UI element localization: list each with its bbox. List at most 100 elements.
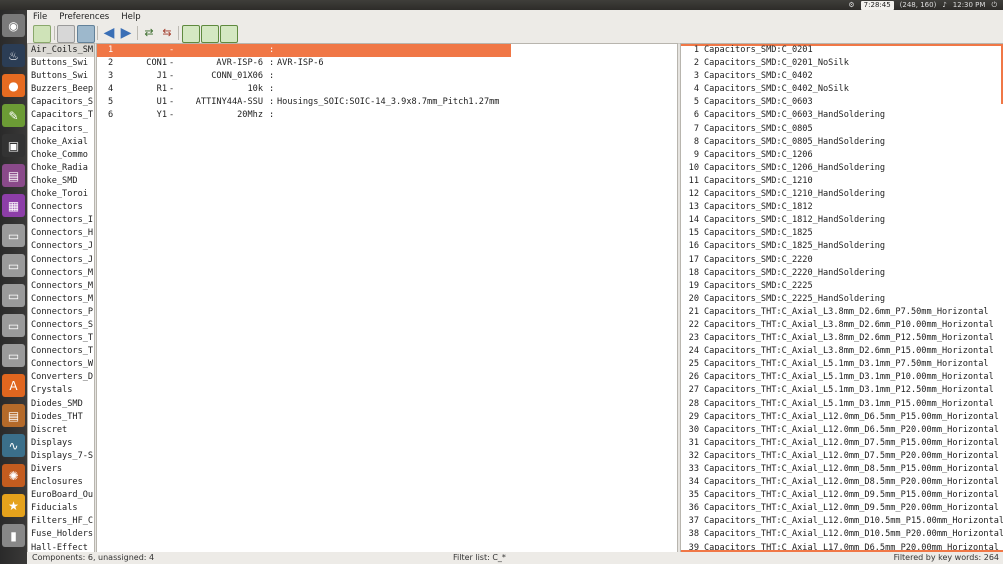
- blender-icon[interactable]: ✺: [2, 464, 25, 487]
- footprint-row[interactable]: 24 Capacitors_THT:C_Axial_L3.8mm_D2.6mm_P…: [681, 345, 1003, 358]
- library-item[interactable]: Divers: [28, 463, 94, 476]
- filter-pin-count-icon[interactable]: [201, 25, 219, 43]
- monitor-icon[interactable]: ∿: [2, 434, 25, 457]
- network-icon[interactable]: ⚙: [848, 1, 854, 9]
- footprint-row[interactable]: 8 Capacitors_SMD:C_0805_HandSoldering: [681, 136, 1003, 149]
- library-item[interactable]: Connectors_J: [28, 240, 94, 253]
- drive-icon[interactable]: ▭: [2, 344, 25, 367]
- library-item[interactable]: Connectors_P: [28, 306, 94, 319]
- library-item[interactable]: Choke_SMD: [28, 175, 94, 188]
- library-item[interactable]: Diodes_SMD: [28, 398, 94, 411]
- library-list[interactable]: Air_Coils_SM Buttons_Swi Buttons_Swi Buzzer…: [27, 43, 95, 554]
- next-icon[interactable]: ▶: [118, 25, 134, 41]
- time-display[interactable]: 12:30 PM: [953, 1, 986, 9]
- footprint-row[interactable]: 22 Capacitors_THT:C_Axial_L3.8mm_D2.6mm_P…: [681, 319, 1003, 332]
- footprint-row[interactable]: 16 Capacitors_SMD:C_1825_HandSoldering: [681, 240, 1003, 253]
- footprint-row[interactable]: 6 Capacitors_SMD:C_0603_HandSoldering: [681, 109, 1003, 122]
- footprint-row[interactable]: 10 Capacitors_SMD:C_1206_HandSoldering: [681, 162, 1003, 175]
- component-list[interactable]: 1C11µf-:2CON1AVR-ISP-6-:AVR-ISP-63J1CONN…: [96, 43, 678, 554]
- footprint-row[interactable]: 15 Capacitors_SMD:C_1825: [681, 227, 1003, 240]
- files-icon[interactable]: ▤: [2, 404, 25, 427]
- library-item[interactable]: Connectors_T: [28, 345, 94, 358]
- library-item[interactable]: Connectors: [28, 201, 94, 214]
- auto-associate-icon[interactable]: ⇄: [141, 25, 157, 41]
- library-item[interactable]: Air_Coils_SM: [28, 44, 94, 58]
- library-item[interactable]: Connectors_M: [28, 293, 94, 306]
- filter-keyword-icon[interactable]: [182, 25, 200, 43]
- library-item[interactable]: Capacitors_T: [28, 109, 94, 122]
- files-icon[interactable]: ▤: [2, 164, 25, 187]
- footprint-row[interactable]: 37 Capacitors_THT:C_Axial_L12.0mm_D10.5mm…: [681, 515, 1003, 528]
- library-item[interactable]: Connectors_T: [28, 332, 94, 345]
- library-item[interactable]: Choke_Commo: [28, 149, 94, 162]
- power-icon[interactable]: ⏻: [991, 1, 997, 10]
- library-item[interactable]: Connectors_M: [28, 267, 94, 280]
- menu-help[interactable]: Help: [115, 12, 146, 22]
- drive-icon[interactable]: ▭: [2, 254, 25, 277]
- footprint-row[interactable]: 35 Capacitors_THT:C_Axial_L12.0mm_D9.5mm_…: [681, 489, 1003, 502]
- library-item[interactable]: Fuse_Holders: [28, 528, 94, 541]
- footprint-row[interactable]: 31 Capacitors_THT:C_Axial_L12.0mm_D7.5mm_…: [681, 437, 1003, 450]
- footprint-row[interactable]: 36 Capacitors_THT:C_Axial_L12.0mm_D9.5mm_…: [681, 502, 1003, 515]
- library-item[interactable]: Buzzers_Beep: [28, 83, 94, 96]
- footprint-row[interactable]: 19 Capacitors_SMD:C_2225: [681, 280, 1003, 293]
- footprint-row[interactable]: 11 Capacitors_SMD:C_1210: [681, 175, 1003, 188]
- kicad-icon[interactable]: ★: [2, 494, 25, 517]
- filter-library-icon[interactable]: [220, 25, 238, 43]
- firefox-icon[interactable]: ●: [2, 74, 25, 97]
- footprint-row[interactable]: 17 Capacitors_SMD:C_2220: [681, 254, 1003, 267]
- footprint-row[interactable]: 18 Capacitors_SMD:C_2220_HandSoldering: [681, 267, 1003, 280]
- library-item[interactable]: Crystals: [28, 384, 94, 397]
- library-item[interactable]: Displays: [28, 437, 94, 450]
- footprint-list[interactable]: 1 Capacitors_SMD:C_0201 2 Capacitors_SMD:C_…: [680, 43, 1003, 554]
- component-row[interactable]: 5 U1 ATTINY44A-SSU -: Housings_SOIC:SOIC-14_…: [97, 96, 677, 109]
- footprint-row[interactable]: 21 Capacitors_THT:C_Axial_L3.8mm_D2.6mm_P…: [681, 306, 1003, 319]
- library-item[interactable]: Connectors_M: [28, 280, 94, 293]
- trash-icon[interactable]: ▮: [2, 524, 25, 547]
- library-item[interactable]: Connectors_W: [28, 358, 94, 371]
- footprint-row[interactable]: 29 Capacitors_THT:C_Axial_L12.0mm_D6.5mm_…: [681, 411, 1003, 424]
- view-footprint-icon[interactable]: [77, 25, 95, 43]
- library-item[interactable]: Choke_Toroi: [28, 188, 94, 201]
- clock-widget[interactable]: 7:28:45: [860, 0, 894, 10]
- library-item[interactable]: Choke_Axial: [28, 136, 94, 149]
- footprint-row[interactable]: 27 Capacitors_THT:C_Axial_L5.1mm_D3.1mm_P…: [681, 384, 1003, 397]
- footprint-row[interactable]: 4 Capacitors_SMD:C_0402_NoSilk: [681, 83, 1003, 96]
- library-item[interactable]: Connectors_J: [28, 254, 94, 267]
- library-item[interactable]: Enclosures: [28, 476, 94, 489]
- footprint-row[interactable]: 20 Capacitors_SMD:C_2225_HandSoldering: [681, 293, 1003, 306]
- footprint-row[interactable]: 14 Capacitors_SMD:C_1812_HandSoldering: [681, 214, 1003, 227]
- footprint-row[interactable]: 26 Capacitors_THT:C_Axial_L5.1mm_D3.1mm_P…: [681, 371, 1003, 384]
- library-item[interactable]: Filters_HF_C: [28, 515, 94, 528]
- previous-icon[interactable]: ◀: [101, 25, 117, 41]
- footprint-row[interactable]: 3 Capacitors_SMD:C_0402: [681, 70, 1003, 83]
- component-row[interactable]: 6 Y1 20Mhz -:: [97, 109, 677, 122]
- component-row[interactable]: 1C11µf-:: [97, 44, 511, 58]
- footprint-row[interactable]: 30 Capacitors_THT:C_Axial_L12.0mm_D6.5mm_…: [681, 424, 1003, 437]
- footprint-row[interactable]: 38 Capacitors_THT:C_Axial_L12.0mm_D10.5mm…: [681, 528, 1003, 541]
- drive-icon[interactable]: ▭: [2, 314, 25, 337]
- library-item[interactable]: EuroBoard_Ou: [28, 489, 94, 502]
- footprint-row[interactable]: 13 Capacitors_SMD:C_1812: [681, 201, 1003, 214]
- footprint-row[interactable]: 1 Capacitors_SMD:C_0201: [681, 44, 1003, 57]
- footprint-row[interactable]: 2 Capacitors_SMD:C_0201_NoSilk: [681, 57, 1003, 70]
- library-item[interactable]: Buttons_Swi: [28, 57, 94, 70]
- drive-icon[interactable]: ▭: [2, 284, 25, 307]
- terminal-icon[interactable]: ▣: [2, 134, 25, 157]
- library-item[interactable]: Connectors_I: [28, 214, 94, 227]
- library-item[interactable]: Connectors_S: [28, 319, 94, 332]
- configure-icon[interactable]: [57, 25, 75, 43]
- app-purple-icon[interactable]: ▦: [2, 194, 25, 217]
- footprint-row[interactable]: 34 Capacitors_THT:C_Axial_L12.0mm_D8.5mm_…: [681, 476, 1003, 489]
- footprint-row[interactable]: 12 Capacitors_SMD:C_1210_HandSoldering: [681, 188, 1003, 201]
- save-netlist-icon[interactable]: [33, 25, 51, 43]
- library-item[interactable]: Diodes_THT: [28, 411, 94, 424]
- steam-icon[interactable]: ♨: [2, 44, 25, 67]
- library-item[interactable]: Buttons_Swi: [28, 70, 94, 83]
- footprint-row[interactable]: 28 Capacitors_THT:C_Axial_L5.1mm_D3.1mm_P…: [681, 398, 1003, 411]
- library-item[interactable]: Fiducials: [28, 502, 94, 515]
- store-icon[interactable]: A: [2, 374, 25, 397]
- library-item[interactable]: Converters_D: [28, 371, 94, 384]
- component-row[interactable]: 3 J1 CONN_01X06 -:: [97, 70, 677, 83]
- footprint-row[interactable]: 9 Capacitors_SMD:C_1206: [681, 149, 1003, 162]
